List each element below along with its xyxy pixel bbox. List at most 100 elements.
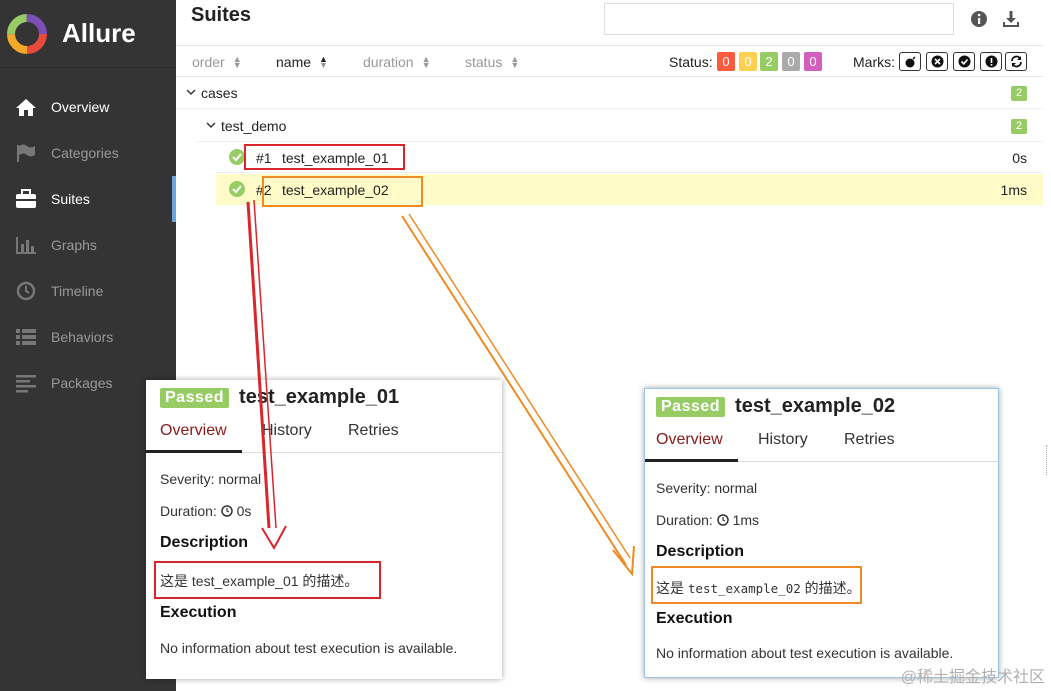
status-broken-count[interactable]: 0: [739, 52, 757, 71]
sidebar-item-label: Timeline: [51, 283, 104, 299]
briefcase-icon: [14, 189, 38, 209]
test-detail-panel-1: Passed test_example_01 Overview History …: [146, 380, 502, 679]
tab-overview[interactable]: Overview: [645, 431, 738, 462]
duration-row: Duration: 1ms: [656, 512, 759, 528]
download-icon[interactable]: [1002, 10, 1020, 28]
panel-tabs: Overview History Retries: [146, 418, 502, 453]
sidebar-item-label: Behaviors: [51, 329, 114, 345]
tab-history[interactable]: History: [262, 422, 312, 453]
passed-check-icon: [229, 149, 245, 165]
sort-name[interactable]: name ▲ ▼: [276, 54, 328, 70]
description-heading: Description: [160, 534, 249, 551]
bar-chart-icon: [14, 235, 38, 255]
suite-name: cases: [201, 85, 238, 101]
tab-overview[interactable]: Overview: [146, 422, 242, 453]
brand[interactable]: Allure: [0, 0, 176, 68]
suite-count-badge: 2: [1011, 86, 1027, 101]
search-input[interactable]: [604, 3, 954, 35]
sidebar-item-timeline[interactable]: Timeline: [0, 268, 176, 314]
panel-title: test_example_02: [735, 395, 896, 417]
watermark: @稀土掘金技术社区: [900, 669, 1045, 686]
annotation-box-red: [154, 561, 381, 599]
sidebar-item-graphs[interactable]: Graphs: [0, 222, 176, 268]
tab-retries[interactable]: Retries: [844, 431, 895, 462]
sort-arrows-icon: ▲ ▼: [232, 54, 242, 70]
panel-header: Passed test_example_01: [160, 386, 399, 409]
sort-status[interactable]: status ▲ ▼: [465, 54, 519, 70]
sidebar-item-label: Categories: [51, 145, 119, 161]
list-icon: [14, 327, 38, 347]
tab-history[interactable]: History: [758, 431, 808, 462]
mark-new-passed-icon[interactable]: [953, 52, 975, 71]
test-case-duration: 1ms: [1000, 182, 1027, 198]
duration-value: 0s: [236, 503, 252, 519]
annotation-box-red: [244, 144, 405, 170]
panel-title: test_example_01: [239, 386, 400, 408]
resize-handle[interactable]: [1046, 445, 1050, 475]
sort-arrows-icon: ▲ ▼: [319, 54, 328, 70]
mark-new-broken-icon[interactable]: [980, 52, 1002, 71]
mark-flaky-bomb-icon[interactable]: [899, 52, 921, 71]
sort-label: status: [465, 54, 503, 70]
sidebar-item-categories[interactable]: Categories: [0, 130, 176, 176]
sidebar-item-suites[interactable]: Suites: [0, 176, 176, 222]
passed-status-badge: Passed: [160, 387, 230, 408]
test-case-duration: 0s: [1012, 150, 1027, 166]
tree-row-subsuite[interactable]: test_demo 2: [196, 110, 1043, 142]
sidebar-item-label: Packages: [51, 375, 113, 391]
mark-retries-refresh-icon[interactable]: [1005, 52, 1027, 71]
severity-text: Severity: normal: [160, 471, 262, 487]
annotation-box-orange: [262, 176, 423, 207]
execution-heading: Execution: [160, 604, 237, 621]
execution-text: No information about test execution is a…: [656, 645, 954, 661]
allure-logo-icon: [6, 13, 48, 55]
app-root: Allure Overview Categories Suites Graphs…: [0, 0, 1051, 691]
sort-order[interactable]: order ▲ ▼: [192, 54, 242, 70]
duration-label: Duration:: [656, 512, 713, 528]
chevron-down-icon: [186, 89, 196, 95]
test-detail-panel-2: Passed test_example_02 Overview History …: [644, 388, 999, 678]
status-failed-count[interactable]: 0: [717, 52, 735, 71]
sort-label: order: [192, 54, 225, 70]
page-title: Suites: [191, 4, 252, 26]
duration-row: Duration: 0s: [160, 503, 251, 519]
sort-duration[interactable]: duration ▲ ▼: [363, 54, 431, 70]
sort-arrows-icon: ▲ ▼: [510, 54, 520, 70]
severity-text: Severity: normal: [656, 480, 758, 496]
status-passed-count[interactable]: 2: [760, 52, 778, 71]
clock-icon: [716, 514, 729, 526]
sidebar-nav: Overview Categories Suites Graphs Timeli…: [0, 84, 176, 406]
status-filter-label: Status:: [669, 54, 713, 70]
duration-value: 1ms: [732, 512, 760, 528]
subsuite-name: test_demo: [221, 118, 287, 134]
sidebar-item-label: Suites: [51, 191, 90, 207]
sidebar-item-label: Overview: [51, 99, 110, 115]
chevron-down-icon: [206, 122, 216, 128]
panel-header: Passed test_example_02: [656, 395, 895, 418]
home-icon: [14, 97, 38, 117]
execution-text: No information about test execution is a…: [160, 640, 458, 656]
marks-filter-label: Marks:: [853, 54, 895, 70]
align-left-icon: [14, 373, 38, 393]
sort-label: duration: [363, 54, 414, 70]
sidebar-item-behaviors[interactable]: Behaviors: [0, 314, 176, 360]
status-unknown-count[interactable]: 0: [804, 52, 822, 71]
clock-icon: [14, 281, 38, 301]
brand-name: Allure: [62, 18, 136, 48]
sidebar-item-overview[interactable]: Overview: [0, 84, 176, 130]
sort-bar: order ▲ ▼ name ▲ ▼ duration ▲ ▼ status ▲ ▼ S…: [176, 45, 1043, 77]
flag-icon: [14, 143, 38, 163]
sidebar-item-label: Graphs: [51, 237, 97, 253]
status-skipped-count[interactable]: 0: [782, 52, 800, 71]
mark-new-failed-icon[interactable]: [926, 52, 948, 71]
execution-heading: Execution: [656, 610, 733, 627]
annotation-box-orange: [651, 566, 862, 604]
sort-label: name: [276, 54, 312, 70]
sort-arrows-icon: ▲ ▼: [421, 54, 431, 70]
tree-row-suite[interactable]: cases 2: [176, 77, 1043, 109]
subsuite-count-badge: 2: [1011, 119, 1027, 134]
clock-icon: [220, 505, 233, 517]
info-icon[interactable]: [970, 10, 988, 28]
tab-retries[interactable]: Retries: [348, 422, 399, 453]
passed-status-badge: Passed: [656, 396, 726, 417]
